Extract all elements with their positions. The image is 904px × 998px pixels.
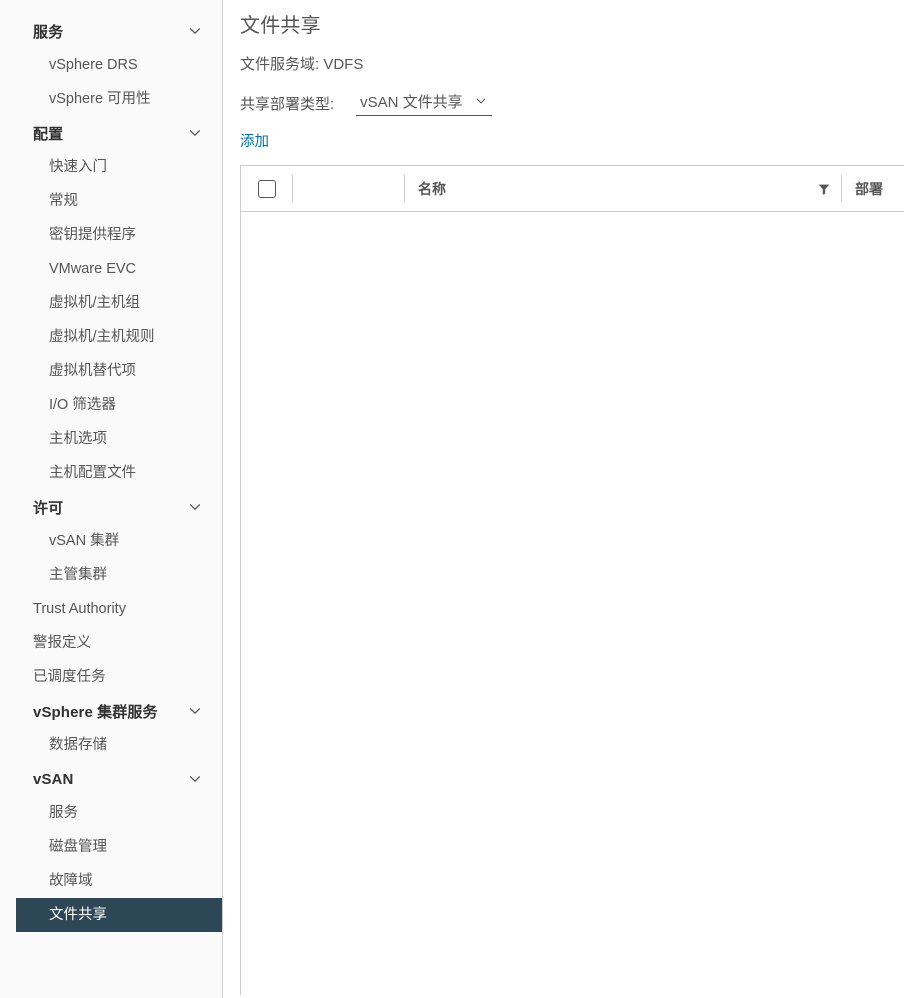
nav-group-header-配置[interactable]: 配置 <box>0 116 222 150</box>
nav-group-title: 许可 <box>33 499 64 517</box>
nav-group-header-vsan[interactable]: vSAN <box>0 762 222 796</box>
chevron-down-icon[interactable] <box>188 126 202 140</box>
select-all-checkbox[interactable] <box>257 179 276 198</box>
sidebar-items-container: 服务 vSphere DRS vSphere 可用性配置快速入门 常规 密钥提供程序 VM… <box>0 14 222 932</box>
nav-group-title: vSphere 集群服务 <box>33 703 158 721</box>
sidebar-item-警报定义[interactable]: 警报定义 <box>0 626 222 660</box>
filter-icon[interactable] <box>817 182 831 196</box>
chevron-down-icon[interactable] <box>188 500 202 514</box>
chevron-down-icon[interactable] <box>188 24 202 38</box>
sidebar-item-主机配置文件[interactable]: 主机配置文件 <box>0 456 222 490</box>
chevron-down-icon <box>475 95 487 107</box>
secondary-navigation-sidebar: 服务 vSphere DRS vSphere 可用性配置快速入门 常规 密钥提供程序 VM… <box>0 0 223 998</box>
share-deployment-type-select[interactable]: vSAN 文件共享 <box>356 91 493 116</box>
sidebar-item-文件共享[interactable]: 文件共享 <box>16 898 222 932</box>
share-deployment-type-selected-value: vSAN 文件共享 <box>360 93 463 111</box>
sidebar-item-虚拟机-主机规则[interactable]: 虚拟机/主机规则 <box>0 320 222 354</box>
column-header-name[interactable]: 名称 <box>404 166 841 211</box>
share-deployment-type-label: 共享部署类型: <box>240 95 335 113</box>
sidebar-item-数据存储[interactable]: 数据存储 <box>0 728 222 762</box>
nav-group-header-服务[interactable]: 服务 <box>0 14 222 48</box>
nav-group-header-vsphere-集群服务[interactable]: vSphere 集群服务 <box>0 694 222 728</box>
share-deployment-type-row: 共享部署类型: vSAN 文件共享 <box>240 90 904 116</box>
sidebar-item-vsan-集群[interactable]: vSAN 集群 <box>0 524 222 558</box>
sidebar-item-vmware-evc[interactable]: VMware EVC <box>0 252 222 286</box>
page-title: 文件共享 <box>240 15 321 37</box>
sidebar-item-vsphere-drs[interactable]: vSphere DRS <box>0 48 222 82</box>
column-header-deployment[interactable]: 部署 <box>841 166 904 211</box>
file-service-domain-label: 文件服务域: VDFS <box>240 56 364 73</box>
vsphere-app-window: 服务 vSphere DRS vSphere 可用性配置快速入门 常规 密钥提供程序 VM… <box>0 0 904 998</box>
datagrid-body-empty <box>241 212 904 995</box>
column-header-select-all <box>241 166 292 211</box>
sidebar-item-主机选项[interactable]: 主机选项 <box>0 422 222 456</box>
sidebar-item-虚拟机替代项[interactable]: 虚拟机替代项 <box>0 354 222 388</box>
column-header-name-label: 名称 <box>418 180 446 197</box>
sidebar-item-磁盘管理[interactable]: 磁盘管理 <box>0 830 222 864</box>
column-header-deployment-label: 部署 <box>855 180 883 197</box>
chevron-down-icon[interactable] <box>188 772 202 786</box>
add-file-share-button[interactable]: 添加 <box>240 132 269 152</box>
datagrid-header-row: 名称 部署 <box>241 166 904 212</box>
sidebar-item-vsphere-可用性[interactable]: vSphere 可用性 <box>0 82 222 116</box>
sidebar-item-常规[interactable]: 常规 <box>0 184 222 218</box>
main-content-area: 文件共享 文件服务域: VDFS 共享部署类型: vSAN 文件共享 添加 名称… <box>223 0 904 998</box>
sidebar-item-i-o-筛选器[interactable]: I/O 筛选器 <box>0 388 222 422</box>
column-header-blank <box>292 166 404 211</box>
nav-group-title: vSAN <box>33 770 74 788</box>
sidebar-item-服务[interactable]: 服务 <box>0 796 222 830</box>
sidebar-item-故障域[interactable]: 故障域 <box>0 864 222 898</box>
sidebar-item-trust-authority[interactable]: Trust Authority <box>0 592 222 626</box>
chevron-down-icon[interactable] <box>188 704 202 718</box>
sidebar-item-主管集群[interactable]: 主管集群 <box>0 558 222 592</box>
file-shares-datagrid: 名称 部署 <box>240 165 904 995</box>
nav-group-header-许可[interactable]: 许可 <box>0 490 222 524</box>
sidebar-item-快速入门[interactable]: 快速入门 <box>0 150 222 184</box>
nav-group-title: 服务 <box>33 23 64 41</box>
sidebar-item-密钥提供程序[interactable]: 密钥提供程序 <box>0 218 222 252</box>
nav-group-title: 配置 <box>33 125 64 143</box>
sidebar-item-已调度任务[interactable]: 已调度任务 <box>0 660 222 694</box>
sidebar-item-虚拟机-主机组[interactable]: 虚拟机/主机组 <box>0 286 222 320</box>
